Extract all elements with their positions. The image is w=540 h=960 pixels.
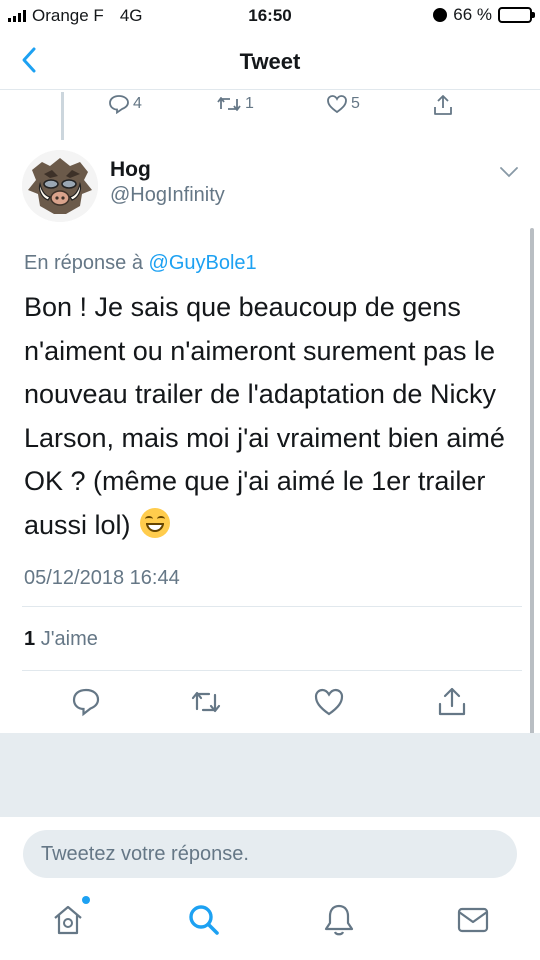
prev-retweet-count: 1	[245, 95, 254, 112]
prev-reply-count: 4	[133, 95, 142, 112]
prev-like-count: 5	[351, 95, 360, 112]
likes-count: 1	[24, 628, 36, 650]
reply-icon	[109, 95, 129, 114]
like-button[interactable]	[312, 685, 346, 719]
prev-reply-button[interactable]: 4	[108, 94, 142, 114]
reply-button[interactable]	[69, 685, 103, 719]
tab-notifications[interactable]	[321, 902, 357, 938]
reply-context: En réponse à @GuyBole1	[24, 252, 257, 275]
replies-section	[0, 733, 540, 817]
prev-like-button[interactable]: 5	[326, 94, 360, 114]
alarm-icon	[433, 8, 448, 22]
status-bar: Orange F 4G 16:50 66 %	[0, 0, 540, 32]
tab-home[interactable]	[50, 896, 90, 938]
retweet-button[interactable]	[189, 685, 223, 719]
chevron-down-icon	[500, 167, 518, 178]
author-name[interactable]: Hog	[110, 158, 151, 182]
share-icon	[434, 95, 452, 115]
status-right: 66 %	[433, 5, 535, 25]
page-title: Tweet	[239, 49, 301, 74]
avatar[interactable]	[22, 150, 98, 222]
retweet-icon	[191, 691, 221, 713]
heart-icon	[314, 688, 344, 716]
tweet-actions	[0, 685, 540, 725]
reply-icon	[72, 688, 100, 717]
prev-share-button[interactable]	[432, 94, 454, 116]
search-icon	[189, 905, 219, 935]
notifications-icon	[324, 904, 354, 936]
reply-prefix: En réponse à	[24, 252, 143, 274]
divider	[22, 670, 522, 671]
heart-icon	[327, 95, 347, 114]
tab-search[interactable]	[186, 902, 222, 938]
navigation-bar: Tweet	[0, 32, 540, 90]
tweet-body: Bon ! Je sais que beaucoup de gens n'aim…	[24, 286, 520, 547]
share-icon	[438, 687, 466, 716]
tab-bar	[0, 890, 540, 960]
prev-retweet-button[interactable]: 1	[216, 94, 254, 114]
messages-icon	[457, 907, 489, 933]
reply-placeholder: Tweetez votre réponse.	[41, 843, 249, 865]
grinning-face-icon	[140, 507, 171, 538]
home-notification-dot	[82, 896, 90, 904]
tweet-timestamp: 05/12/2018 16:44	[24, 567, 180, 589]
divider	[22, 606, 522, 607]
tab-messages[interactable]	[455, 902, 491, 938]
likes-summary[interactable]: 1 J'aime	[24, 628, 98, 651]
tweet-text: Bon ! Je sais que beaucoup de gens n'aim…	[24, 292, 505, 540]
boar-logo-icon	[22, 150, 98, 222]
battery-icon	[498, 7, 535, 23]
share-button[interactable]	[435, 685, 469, 719]
reply-mention-link[interactable]: @GuyBole1	[149, 252, 257, 274]
retweet-icon	[217, 97, 241, 111]
tweet-menu-button[interactable]	[498, 164, 520, 180]
previous-tweet-actions: 4 1 5	[0, 92, 540, 120]
battery-percent: 66 %	[453, 5, 492, 24]
reply-input[interactable]: Tweetez votre réponse.	[23, 830, 517, 878]
author-handle[interactable]: @HogInfinity	[110, 184, 225, 207]
home-icon	[54, 905, 82, 935]
likes-label: J'aime	[40, 628, 98, 650]
